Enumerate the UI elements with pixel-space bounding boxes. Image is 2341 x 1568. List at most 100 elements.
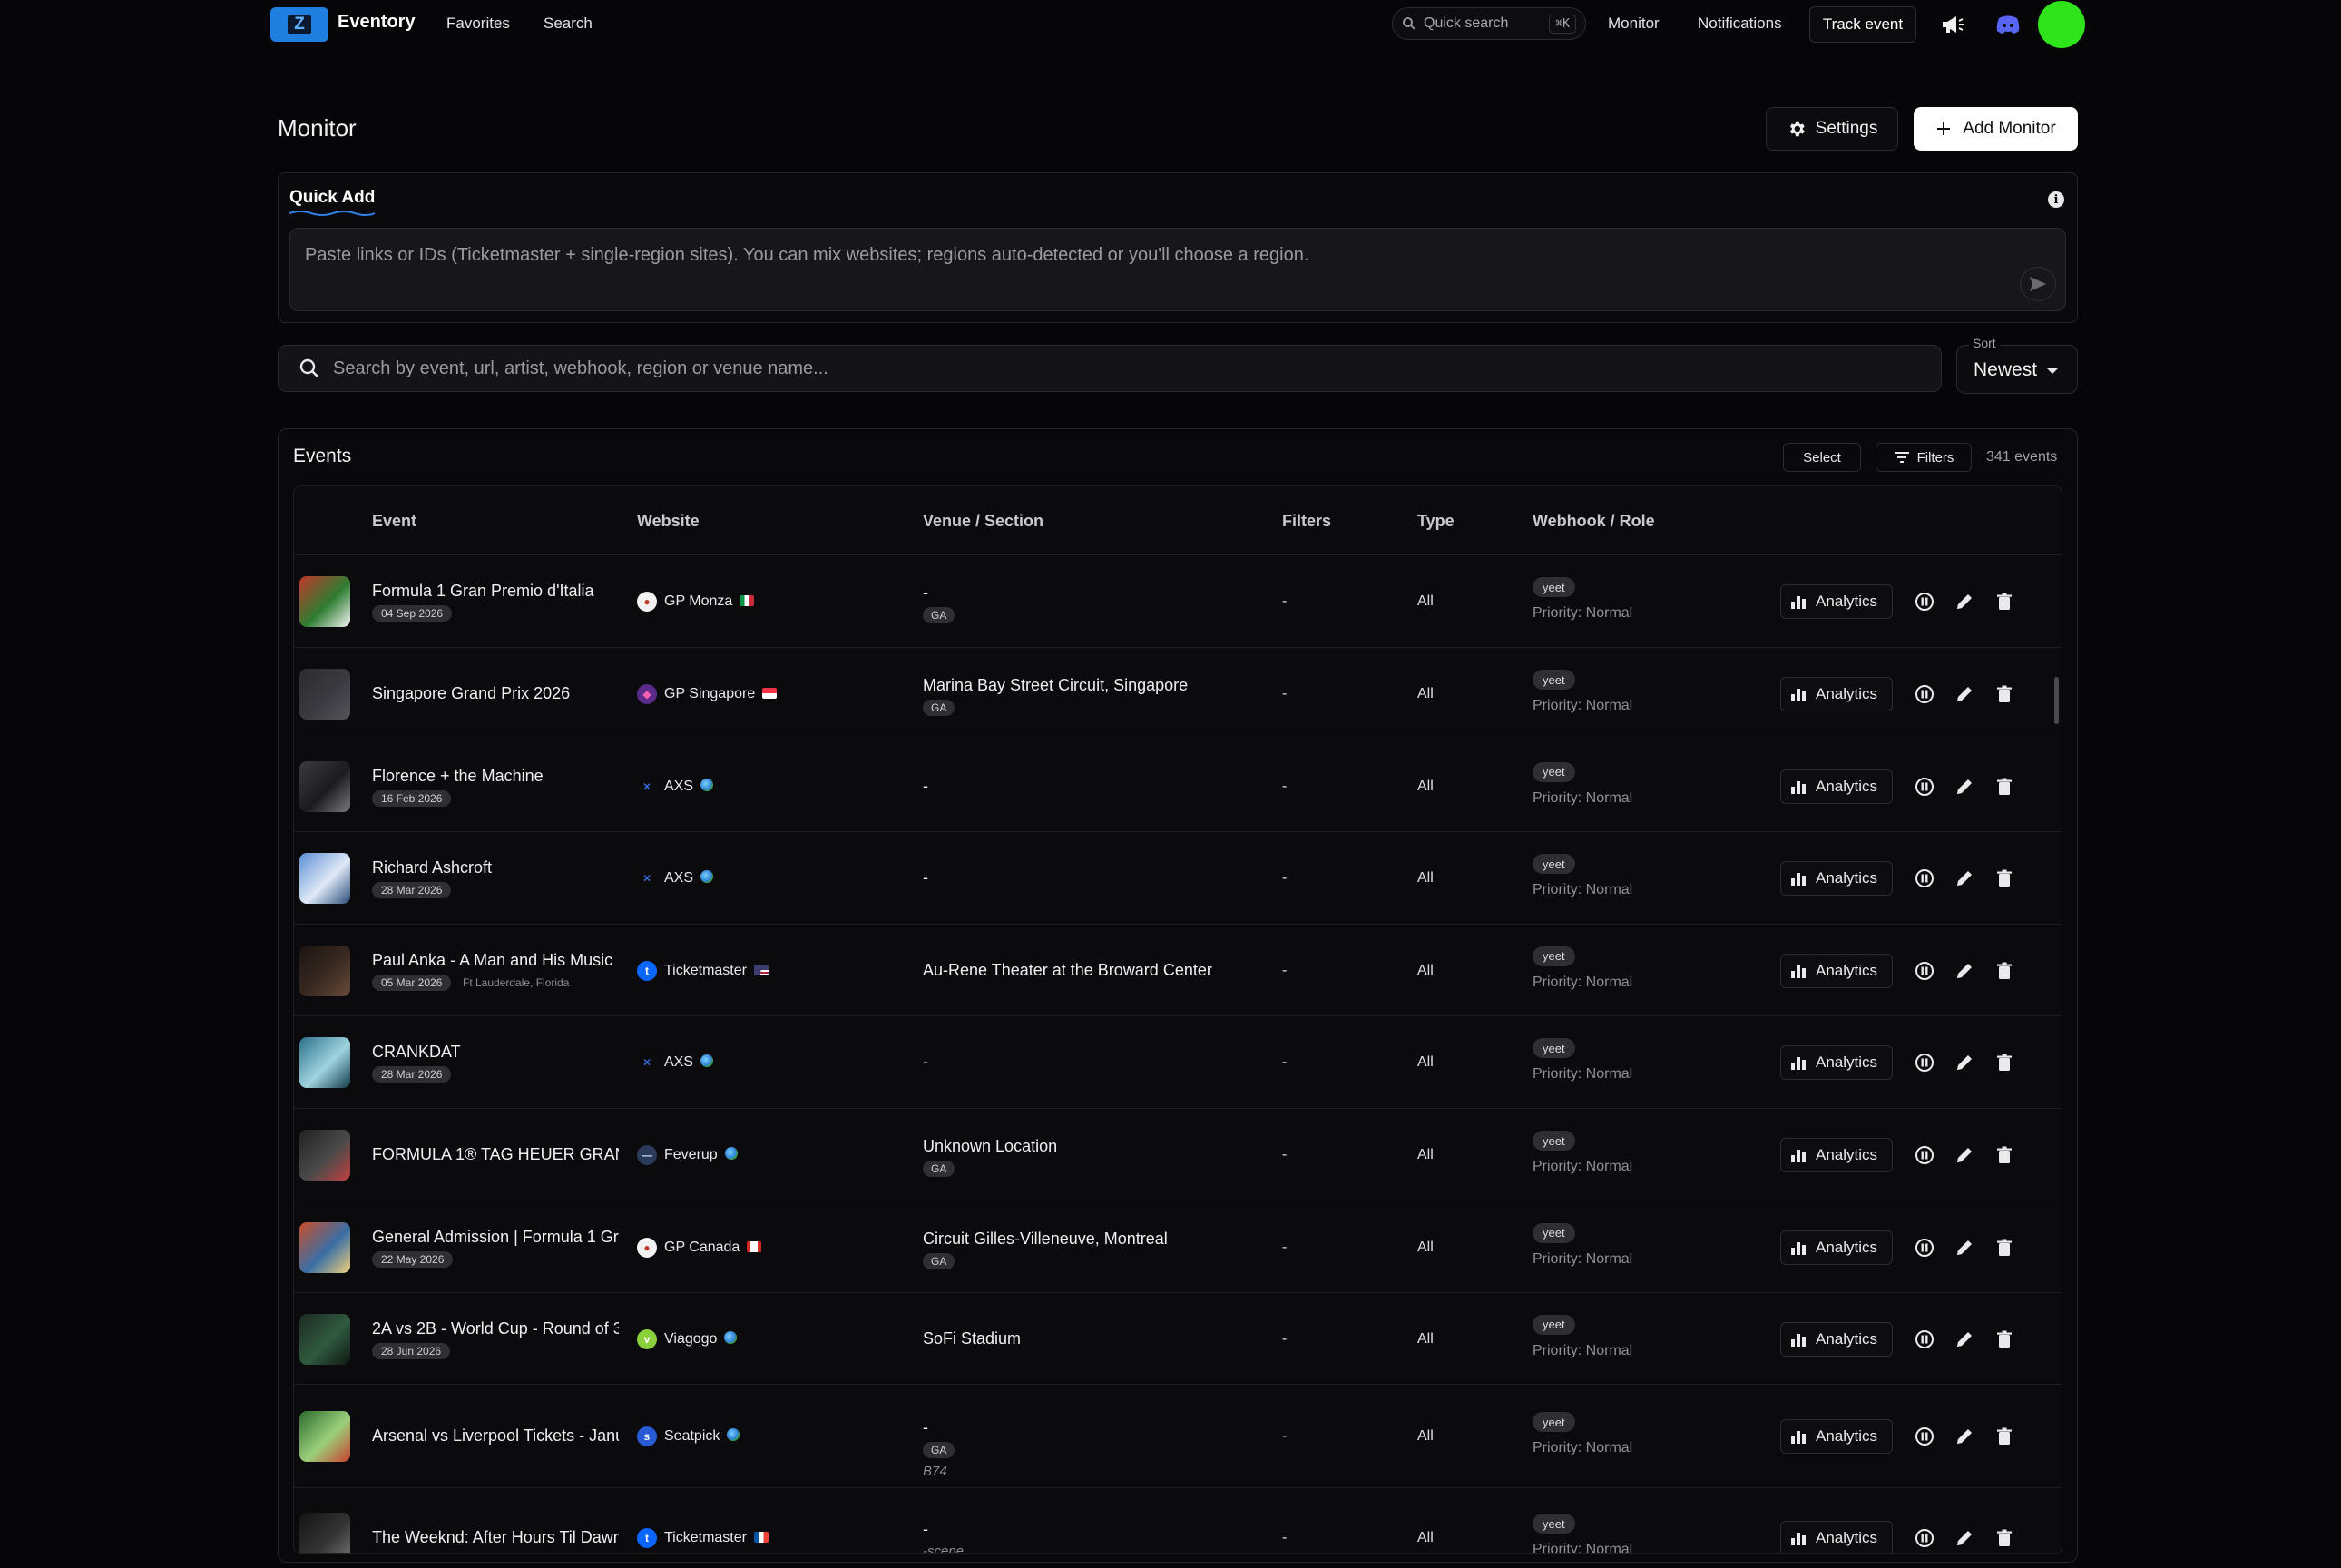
analytics-button[interactable]: Analytics <box>1780 1230 1893 1265</box>
trash-icon[interactable] <box>1994 1053 2014 1073</box>
sort-select[interactable]: Newest <box>1956 345 2078 394</box>
send-button[interactable] <box>2020 267 2056 301</box>
pause-icon[interactable] <box>1915 777 1935 797</box>
pause-icon[interactable] <box>1915 592 1935 612</box>
website-name[interactable]: Feverup <box>664 1147 738 1163</box>
column-header-event[interactable]: Event <box>372 512 416 531</box>
pencil-icon[interactable] <box>1954 777 1974 797</box>
analytics-button[interactable]: Analytics <box>1780 584 1893 619</box>
analytics-button[interactable]: Analytics <box>1780 677 1893 711</box>
website-name[interactable]: GP Monza <box>664 593 755 610</box>
event-name[interactable]: Paul Anka - A Man and His Music <box>372 951 619 970</box>
pause-icon[interactable] <box>1915 1238 1935 1258</box>
analytics-button[interactable]: Analytics <box>1780 1521 1893 1553</box>
trash-icon[interactable] <box>1994 1145 2014 1165</box>
pause-icon[interactable] <box>1915 684 1935 704</box>
brand-name[interactable]: Eventory <box>338 12 416 33</box>
track-event-button[interactable]: Track event <box>1809 6 1916 43</box>
website-name[interactable]: Seatpick <box>664 1428 740 1445</box>
quick-add-textarea[interactable]: Paste links or IDs (Ticketmaster + singl… <box>289 228 2066 311</box>
column-header-website[interactable]: Website <box>637 512 700 531</box>
pause-icon[interactable] <box>1915 1329 1935 1349</box>
event-name[interactable]: Arsenal vs Liverpool Tickets - January <box>372 1426 619 1446</box>
table-row[interactable]: Florence + the Machine 16 Feb 2026 ✕ AXS - - A… <box>294 740 2062 832</box>
pause-icon[interactable] <box>1915 1528 1935 1548</box>
quick-search[interactable]: Quick search ⌘K <box>1392 7 1586 40</box>
table-row[interactable]: Arsenal vs Liverpool Tickets - January sS… <box>294 1385 2062 1488</box>
website-name[interactable]: Ticketmaster <box>664 963 769 979</box>
pause-icon[interactable] <box>1915 961 1935 981</box>
table-row[interactable]: Richard Ashcroft 28 Mar 2026 ✕ AXS - - All yeet… <box>294 832 2062 925</box>
trash-icon[interactable] <box>1994 777 2014 797</box>
analytics-button[interactable]: Analytics <box>1780 1419 1893 1454</box>
website-name[interactable]: GP Singapore <box>664 686 778 702</box>
pencil-icon[interactable] <box>1954 1145 1974 1165</box>
add-monitor-button[interactable]: Add Monitor <box>1914 107 2078 151</box>
pencil-icon[interactable] <box>1954 1329 1974 1349</box>
analytics-button[interactable]: Analytics <box>1780 769 1893 804</box>
filters-button[interactable]: Filters <box>1876 443 1972 472</box>
trash-icon[interactable] <box>1994 1329 2014 1349</box>
column-header-type[interactable]: Type <box>1417 512 1455 531</box>
event-name[interactable]: Florence + the Machine <box>372 767 619 786</box>
scrollbar[interactable] <box>2054 677 2059 724</box>
pause-icon[interactable] <box>1915 1053 1935 1073</box>
trash-icon[interactable] <box>1994 1238 2014 1258</box>
event-name[interactable]: Richard Ashcroft <box>372 858 619 877</box>
pencil-icon[interactable] <box>1954 1528 1974 1548</box>
trash-icon[interactable] <box>1994 961 2014 981</box>
select-button[interactable]: Select <box>1783 443 1861 472</box>
trash-icon[interactable] <box>1994 592 2014 612</box>
nav-link-monitor[interactable]: Monitor <box>1608 15 1660 33</box>
analytics-button[interactable]: Analytics <box>1780 1138 1893 1172</box>
trash-icon[interactable] <box>1994 1426 2014 1446</box>
trash-icon[interactable] <box>1994 868 2014 888</box>
event-name[interactable]: FORMULA 1® TAG HEUER GRAN PREMIO <box>372 1145 619 1164</box>
website-name[interactable]: AXS <box>664 870 714 887</box>
website-name[interactable]: AXS <box>664 778 714 795</box>
table-row[interactable]: Formula 1 Gran Premio d'Italia 04 Sep 202… <box>294 555 2062 648</box>
event-search-input[interactable]: Search by event, url, artist, webhook, r… <box>278 345 1942 392</box>
pencil-icon[interactable] <box>1954 592 1974 612</box>
event-name[interactable]: The Weeknd: After Hours Til Dawn <box>372 1528 619 1547</box>
info-icon[interactable]: i <box>2048 191 2064 208</box>
analytics-button[interactable]: Analytics <box>1780 861 1893 896</box>
website-name[interactable]: AXS <box>664 1054 714 1071</box>
website-name[interactable]: Viagogo <box>664 1330 738 1348</box>
brand-logo[interactable]: Z <box>270 7 328 42</box>
nav-link-notifications[interactable]: Notifications <box>1698 15 1782 33</box>
column-header-filters[interactable]: Filters <box>1282 512 1331 531</box>
pause-icon[interactable] <box>1915 1145 1935 1165</box>
pencil-icon[interactable] <box>1954 684 1974 704</box>
event-name[interactable]: 2A vs 2B - World Cup - Round of 32 <box>372 1319 619 1338</box>
table-row[interactable]: CRANKDAT 28 Mar 2026 ✕ AXS - - All yeet Priority… <box>294 1016 2062 1109</box>
table-row[interactable]: FORMULA 1® TAG HEUER GRAN PREMIO — Feverup… <box>294 1109 2062 1201</box>
table-row[interactable]: 2A vs 2B - World Cup - Round of 32 28 Jun… <box>294 1293 2062 1385</box>
website-name[interactable]: GP Canada <box>664 1240 762 1256</box>
pause-icon[interactable] <box>1915 868 1935 888</box>
settings-button[interactable]: Settings <box>1766 107 1898 151</box>
pause-icon[interactable] <box>1915 1426 1935 1446</box>
website-name[interactable]: Ticketmaster <box>664 1530 769 1546</box>
analytics-button[interactable]: Analytics <box>1780 1045 1893 1080</box>
megaphone-icon[interactable] <box>1940 13 1965 36</box>
pencil-icon[interactable] <box>1954 961 1974 981</box>
table-row[interactable]: Paul Anka - A Man and His Music 05 Mar 20… <box>294 925 2062 1016</box>
nav-link-search[interactable]: Search <box>544 15 593 33</box>
pencil-icon[interactable] <box>1954 1053 1974 1073</box>
discord-icon[interactable] <box>1995 13 2021 36</box>
avatar[interactable] <box>2038 1 2085 48</box>
column-header-venue[interactable]: Venue / Section <box>923 512 1043 531</box>
table-row[interactable]: General Admission | Formula 1 Grand Prix… <box>294 1201 2062 1293</box>
table-row[interactable]: Singapore Grand Prix 2026 ◆ GP Singapore Ma… <box>294 648 2062 740</box>
pencil-icon[interactable] <box>1954 868 1974 888</box>
analytics-button[interactable]: Analytics <box>1780 953 1893 988</box>
trash-icon[interactable] <box>1994 1528 2014 1548</box>
event-name[interactable]: Formula 1 Gran Premio d'Italia <box>372 582 619 601</box>
event-name[interactable]: Singapore Grand Prix 2026 <box>372 684 619 703</box>
nav-link-favorites[interactable]: Favorites <box>446 15 510 33</box>
pencil-icon[interactable] <box>1954 1426 1974 1446</box>
trash-icon[interactable] <box>1994 684 2014 704</box>
event-name[interactable]: General Admission | Formula 1 Grand Prix <box>372 1228 619 1247</box>
event-name[interactable]: CRANKDAT <box>372 1043 619 1062</box>
